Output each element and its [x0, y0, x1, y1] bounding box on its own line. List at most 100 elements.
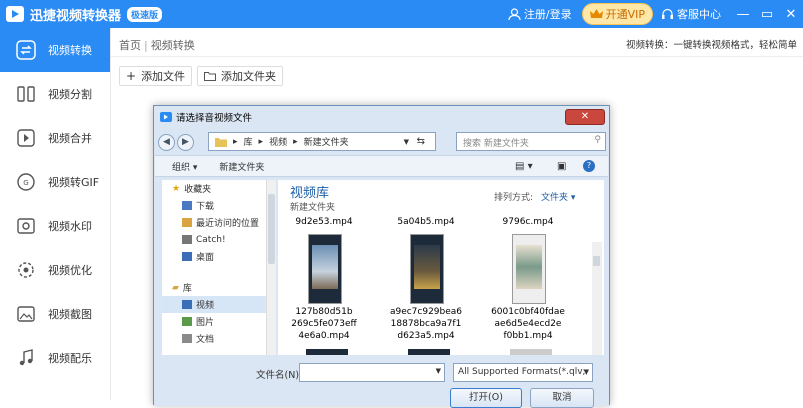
folder-icon — [215, 137, 227, 147]
nav-item-pictures[interactable]: 图片 — [162, 313, 272, 330]
file-name[interactable]: a9ec7c929bea6 18878bca9a7f1 d623a5.mp4 — [378, 306, 474, 342]
star-icon: ★ — [172, 183, 181, 194]
video-thumbnail[interactable] — [410, 234, 444, 304]
vip-button[interactable]: 开通VIP — [581, 3, 653, 25]
add-folder-button[interactable]: 添加文件夹 — [197, 66, 283, 86]
nav-item-videos[interactable]: 视频 — [162, 296, 272, 313]
sidebar-item-music[interactable]: 视频配乐 — [0, 336, 110, 380]
new-folder-button[interactable]: 新建文件夹 — [219, 160, 264, 173]
folder-icon — [204, 72, 216, 81]
breadcrumb-current: 视频转换 — [150, 39, 195, 52]
screenshot-icon — [16, 304, 36, 324]
file-open-dialog: 请选择音视频文件 ✕ ◀ ▶ ▸ 库 ▸ 视频 ▸ 新建文件夹 ▼ ⇆ 搜索 新… — [153, 105, 610, 408]
dialog-app-icon — [160, 112, 172, 122]
login-link[interactable]: 注册/登录 — [508, 6, 572, 22]
file-scrollbar[interactable] — [592, 242, 602, 355]
file-name[interactable]: 5a04b5.mp4 — [378, 216, 474, 228]
nav-item-downloads[interactable]: 下载 — [162, 197, 272, 214]
sidebar-item-optimize[interactable]: 视频优化 — [0, 248, 110, 292]
file-name[interactable]: 9796c.mp4 — [480, 216, 576, 228]
filename-label: 文件名(N): — [256, 370, 303, 381]
search-input[interactable]: 搜索 新建文件夹 ⚲ — [456, 132, 606, 151]
arrange-by[interactable]: 排列方式: 文件夹 ▾ — [494, 190, 575, 203]
maximize-button[interactable]: ▭ — [755, 7, 779, 22]
close-button[interactable]: ✕ — [779, 7, 803, 22]
address-sep-icon: ▸ — [258, 136, 264, 147]
dialog-title-bar: 请选择音视频文件 — [154, 106, 609, 128]
address-part[interactable]: 库 — [244, 135, 253, 148]
sidebar-item-gif[interactable]: G 视频转GIF — [0, 160, 110, 204]
merge-icon — [16, 128, 36, 148]
edition-badge: 极速版 — [127, 6, 163, 22]
recent-places-icon — [182, 218, 192, 227]
library-subtitle: 新建文件夹 — [290, 203, 336, 213]
nav-item-desktop[interactable]: 桌面 — [162, 248, 272, 265]
view-icon[interactable]: ▤ ▾ — [515, 161, 533, 172]
service-link[interactable]: 客服中心 — [661, 6, 721, 22]
nav-favorites[interactable]: ★ 收藏夹 — [162, 180, 272, 197]
add-file-button[interactable]: + 添加文件 — [119, 66, 193, 86]
help-icon[interactable]: ? — [583, 160, 595, 172]
sidebar-item-split[interactable]: 视频分割 — [0, 72, 110, 116]
breadcrumb: 首页 | 视频转换 — [119, 39, 195, 52]
nav-library[interactable]: ▰ 库 — [162, 279, 272, 296]
address-part[interactable]: 新建文件夹 — [304, 135, 349, 148]
nav-item-catch[interactable]: Catch! — [162, 231, 272, 248]
video-thumbnail[interactable] — [306, 349, 348, 355]
music-icon — [16, 348, 36, 368]
nav-scroll-thumb[interactable] — [268, 194, 275, 264]
sidebar-item-screenshot[interactable]: 视频截图 — [0, 292, 110, 336]
address-bar[interactable]: ▸ 库 ▸ 视频 ▸ 新建文件夹 ▼ ⇆ — [208, 132, 436, 151]
file-type-select[interactable]: All Supported Formats(*.qlv; — [453, 363, 593, 382]
video-thumbnail[interactable] — [308, 234, 342, 304]
page-hint: 视频转换：一键转换视频格式，轻松简单 — [625, 40, 797, 51]
video-thumbnail[interactable] — [510, 349, 552, 355]
nav-scrollbar[interactable] — [266, 180, 276, 355]
sidebar-item-watermark[interactable]: 视频水印 — [0, 204, 110, 248]
open-button[interactable]: 打开(O) — [450, 388, 522, 408]
video-thumbnail[interactable] — [512, 234, 546, 304]
crown-icon — [589, 9, 603, 18]
file-scroll-thumb[interactable] — [593, 256, 600, 266]
document-library-icon — [182, 334, 192, 343]
address-dropdown-icon[interactable]: ▼ — [404, 138, 409, 146]
organize-button[interactable]: 组织 ▾ — [172, 160, 197, 173]
nav-item-recent[interactable]: 最近访问的位置 — [162, 214, 272, 231]
preview-pane-icon[interactable]: ▣ — [557, 161, 566, 172]
refresh-icon[interactable]: ⇆ — [417, 136, 425, 147]
catch-icon — [182, 235, 192, 244]
plus-icon: + — [126, 69, 137, 83]
address-part[interactable]: 视频 — [269, 135, 287, 148]
headset-icon — [662, 8, 673, 19]
forward-button[interactable]: ▶ — [177, 133, 194, 151]
svg-text:G: G — [23, 179, 28, 187]
video-thumbnail[interactable] — [408, 349, 450, 355]
convert-icon — [16, 40, 36, 60]
breadcrumb-home[interactable]: 首页 — [119, 39, 141, 52]
optimize-icon — [16, 260, 36, 280]
sidebar-item-convert[interactable]: 视频转换 — [0, 28, 110, 72]
cancel-button[interactable]: 取消 — [530, 388, 594, 408]
back-button[interactable]: ◀ — [158, 133, 175, 151]
video-library-icon — [182, 300, 192, 309]
file-name[interactable]: 127b80d51b 269c5fe073eff 4e6a0.mp4 — [276, 306, 372, 342]
user-icon — [508, 7, 521, 20]
nav-item-documents[interactable]: 文档 — [162, 330, 272, 347]
title-bar: 迅捷视频转换器 极速版 注册/登录 开通VIP 客服中心 — ▭ ✕ — [0, 0, 803, 28]
navigation-pane: ★ 收藏夹 下载 最近访问的位置 Catch! 桌面 ▰ 库 视频 图片 文档 — [162, 180, 272, 355]
sidebar-item-merge[interactable]: 视频合并 — [0, 116, 110, 160]
file-name[interactable]: 9d2e53.mp4 — [276, 216, 372, 228]
dialog-close-button[interactable]: ✕ — [565, 109, 605, 125]
minimize-button[interactable]: — — [731, 7, 755, 22]
watermark-icon — [16, 216, 36, 236]
library-icon: ▰ — [172, 282, 179, 293]
app-title: 迅捷视频转换器 — [30, 8, 122, 24]
gif-icon: G — [16, 172, 36, 192]
address-sep-icon: ▸ — [233, 136, 238, 147]
search-icon: ⚲ — [594, 135, 601, 145]
address-sep-icon: ▸ — [293, 136, 298, 147]
picture-library-icon — [182, 317, 192, 326]
dialog-nav-row: ◀ ▶ ▸ 库 ▸ 视频 ▸ 新建文件夹 ▼ ⇆ 搜索 新建文件夹 ⚲ — [158, 130, 606, 154]
filename-input[interactable] — [299, 363, 445, 382]
file-name[interactable]: 6001c0bf40fdae ae6d5e4ecd2e f0bb1.mp4 — [480, 306, 576, 342]
